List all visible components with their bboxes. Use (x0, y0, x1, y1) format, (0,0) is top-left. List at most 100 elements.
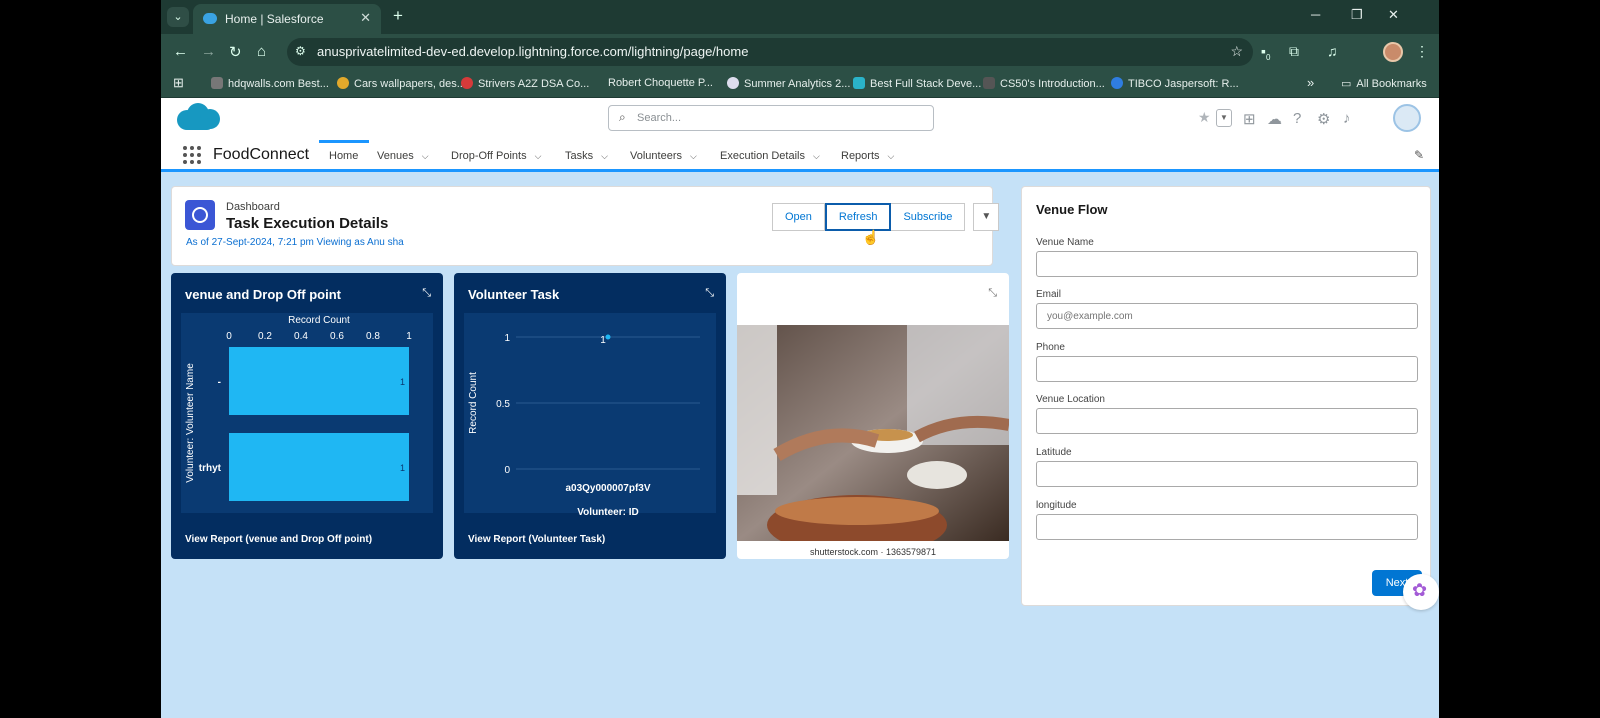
chevron-down-icon[interactable]: ⌵ (601, 151, 608, 161)
x-tick-label: 0 (226, 331, 232, 342)
venue-name-input[interactable] (1036, 251, 1418, 277)
extension-counter-icon[interactable]: ▪0 (1261, 43, 1270, 62)
profile-avatar[interactable] (1383, 42, 1403, 62)
search-icon: ⌕ (619, 110, 626, 124)
tab-tasks[interactable]: Tasks ⌵ (565, 150, 608, 162)
help-icon[interactable]: ? (1293, 110, 1301, 127)
subscribe-button[interactable]: Subscribe (891, 203, 966, 231)
chevron-down-icon[interactable]: ⌵ (690, 151, 697, 161)
bookmark-favicon-icon (337, 77, 349, 89)
active-tab-indicator (319, 140, 369, 143)
y-tick-label: 0 (504, 465, 510, 476)
x-tick-label: 0.4 (294, 331, 308, 342)
home-icon[interactable]: ⌂ (257, 43, 266, 60)
data-label: 1 (400, 463, 405, 473)
restore-window-icon[interactable]: ❐ (1351, 7, 1363, 23)
expand-icon[interactable]: ⤡ (988, 287, 997, 300)
global-actions-plus-icon[interactable]: ⊞ (1243, 110, 1256, 128)
url-text[interactable]: anusprivatelimited-dev-ed.develop.lightn… (317, 44, 748, 59)
chevron-down-icon[interactable]: ⌵ (888, 151, 895, 161)
x-axis-label: Volunteer: ID (577, 507, 638, 518)
tab-reports[interactable]: Reports ⌵ (841, 150, 894, 162)
chevron-down-icon[interactable]: ⌵ (422, 151, 429, 161)
view-report-link[interactable]: View Report (Volunteer Task) (468, 534, 605, 545)
bar-chart: Record Count 0 0.2 0.4 0.6 0.8 1 Volunteer: Vol… (181, 313, 433, 513)
salesforce-cloud-logo-icon[interactable] (173, 102, 223, 136)
scatter-chart: Record Count 0 0.5 1 1 a03Qy000007pf3V Volunte… (464, 313, 716, 518)
tab-execution-details[interactable]: Execution Details ⌵ (720, 150, 820, 162)
app-launcher-icon[interactable] (183, 146, 201, 164)
data-label: 1 (600, 335, 606, 346)
forward-arrow-icon[interactable]: → (201, 43, 216, 60)
folder-icon: ▭ (1341, 78, 1352, 90)
apps-grid-icon[interactable]: ⊞ (173, 75, 184, 91)
tab-home[interactable]: Home (329, 150, 358, 162)
chrome-menu-icon[interactable]: ⋮ (1415, 43, 1429, 60)
favorites-dropdown-icon[interactable]: ▼ (1216, 109, 1232, 127)
email-input[interactable] (1036, 303, 1418, 329)
global-search[interactable]: ⌕ Search... (608, 105, 934, 131)
venue-location-input[interactable] (1036, 408, 1418, 434)
favorites-star-icon[interactable]: ★ (1198, 109, 1211, 126)
bookmark-item[interactable]: Strivers A2Z DSA Co... (461, 77, 589, 90)
close-window-icon[interactable]: ✕ (1388, 7, 1399, 23)
phone-label: Phone (1036, 342, 1065, 353)
einstein-assistant-icon[interactable] (1403, 574, 1439, 610)
favorites-toggle[interactable]: ★ ▼ (1198, 109, 1234, 129)
bookmark-favicon-icon (727, 77, 739, 89)
notifications-bell-icon[interactable]: ♪ (1343, 110, 1351, 127)
x-axis-label: Record Count (288, 315, 350, 326)
refresh-button[interactable]: Refresh (824, 203, 892, 231)
bookmark-item[interactable]: TIBCO Jaspersoft: R... (1111, 77, 1239, 90)
address-bar[interactable]: ⚙ anusprivatelimited-dev-ed.develop.ligh… (287, 38, 1253, 66)
all-bookmarks[interactable]: ▭ All Bookmarks (1341, 77, 1427, 90)
trailhead-guidance-icon[interactable]: ☁ (1267, 110, 1282, 128)
longitude-label: longitude (1036, 500, 1077, 511)
view-report-link[interactable]: View Report (venue and Drop Off point) (185, 534, 372, 545)
media-playlist-icon[interactable]: ♫ (1327, 43, 1338, 59)
expand-icon[interactable]: ⤡ (705, 287, 714, 300)
bookmark-item[interactable]: Cars wallpapers, des... (337, 77, 466, 90)
minimize-icon[interactable]: ─ (1311, 7, 1320, 22)
widget-volunteer-task: Volunteer Task ⤡ Record Count 0 0.5 1 1 a03Qy… (454, 273, 726, 559)
edit-nav-pencil-icon[interactable]: ✎ (1414, 148, 1424, 162)
tab-search-chevron-icon[interactable]: ⌄ (167, 7, 189, 27)
dashboard-type-label: Dashboard (226, 201, 280, 213)
expand-icon[interactable]: ⤡ (422, 287, 431, 300)
tab-venues[interactable]: Venues ⌵ (377, 150, 429, 162)
open-button[interactable]: Open (772, 203, 825, 231)
bookmark-item[interactable]: Best Full Stack Deve... (853, 77, 981, 90)
bookmark-star-icon[interactable]: ☆ (1230, 43, 1243, 60)
extensions-puzzle-icon[interactable]: ⧉ (1289, 43, 1299, 60)
tab-title: Home | Salesforce (225, 12, 324, 26)
bookmark-favicon-icon (461, 77, 473, 89)
x-tick-label: a03Qy000007pf3V (565, 483, 650, 494)
latitude-input[interactable] (1036, 461, 1418, 487)
chevron-down-icon[interactable]: ⌵ (535, 151, 542, 161)
bookmark-favicon-icon (983, 77, 995, 89)
site-info-icon[interactable]: ⚙ (295, 44, 306, 58)
close-tab-icon[interactable]: ✕ (360, 10, 371, 26)
longitude-input[interactable] (1036, 514, 1418, 540)
food-serving-photo (737, 325, 1009, 541)
back-arrow-icon[interactable]: ← (173, 43, 188, 60)
setup-gear-icon[interactable]: ⚙ (1317, 110, 1330, 128)
screen: ⌄ Home | Salesforce ✕ + ─ ❐ ✕ ← → ↻ ⌂ ⚙ … (161, 0, 1439, 718)
bookmark-item[interactable]: CS50's Introduction... (983, 77, 1105, 90)
chevron-down-icon[interactable]: ⌵ (813, 151, 820, 161)
bookmark-item[interactable]: hdqwalls.com Best... (211, 77, 329, 90)
app-navigation-bar: FoodConnect Home Venues ⌵ Drop-Off Points… (161, 140, 1439, 172)
tab-drop-off-points[interactable]: Drop-Off Points ⌵ (451, 150, 541, 162)
more-actions-chevron-icon[interactable]: ▼ (973, 203, 1000, 231)
bookmark-item[interactable]: Robert Choquette P... (608, 77, 713, 89)
phone-input[interactable] (1036, 356, 1418, 382)
bookmark-favicon-icon (853, 77, 865, 89)
new-tab-plus-icon[interactable]: + (393, 6, 403, 26)
user-avatar[interactable] (1393, 104, 1421, 132)
bookmarks-overflow-icon[interactable]: » (1307, 75, 1314, 90)
reload-icon[interactable]: ↻ (229, 43, 242, 61)
bookmark-item[interactable]: Summer Analytics 2... (727, 77, 850, 90)
tab-volunteers[interactable]: Volunteers ⌵ (630, 150, 697, 162)
browser-tab-active[interactable]: Home | Salesforce ✕ (193, 4, 381, 34)
app-name: FoodConnect (213, 146, 310, 163)
